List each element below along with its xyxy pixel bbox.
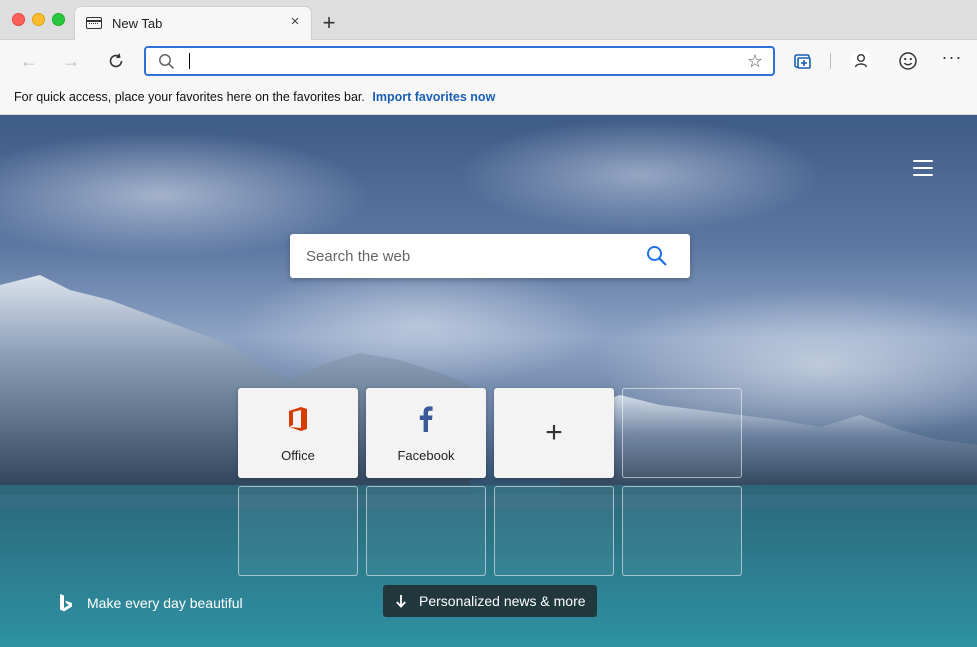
quick-link-facebook[interactable]: Facebook [366, 388, 486, 478]
web-search-box[interactable] [290, 234, 690, 278]
collections-button[interactable] [791, 49, 815, 73]
empty-tile-slot [622, 486, 742, 576]
text-caret [189, 53, 190, 69]
tab-strip: New Tab × + [0, 0, 977, 40]
forward-button[interactable]: → [58, 48, 84, 74]
add-quick-link-button[interactable]: + [494, 388, 614, 478]
favorites-bar-message: For quick access, place your favorites h… [14, 90, 495, 104]
window-close-button[interactable] [12, 13, 25, 26]
tile-label: Office [281, 448, 315, 463]
profile-icon [850, 50, 872, 72]
toolbar-divider [830, 53, 831, 69]
window-minimize-button[interactable] [32, 13, 45, 26]
empty-tile-slot [622, 388, 742, 478]
background-landscape [0, 275, 977, 647]
navigation-toolbar: ← → ☆ ··· [0, 40, 977, 82]
import-favorites-link[interactable]: Import favorites now [372, 90, 495, 104]
arrow-down-icon [396, 595, 406, 608]
tile-label: Facebook [397, 448, 455, 463]
plus-icon: + [545, 416, 563, 449]
favorites-hint-text: For quick access, place your favorites h… [14, 90, 365, 104]
new-tab-page-icon [86, 17, 102, 29]
new-tab-page: Office Facebook + Make every day beautif… [0, 115, 977, 647]
quick-link-office[interactable]: Office [238, 388, 358, 478]
personalized-news-button[interactable]: Personalized news & more [383, 585, 597, 617]
tab-new-tab[interactable]: New Tab × [74, 6, 312, 40]
window-maximize-button[interactable] [52, 13, 65, 26]
feedback-button[interactable] [896, 49, 920, 73]
news-button-label: Personalized news & more [419, 593, 586, 609]
more-options-button[interactable]: ··· [940, 48, 964, 73]
empty-tile-slot [494, 486, 614, 576]
page-settings-menu-button[interactable] [913, 160, 933, 176]
reload-button[interactable] [103, 48, 129, 74]
image-of-the-day-info[interactable]: Make every day beautiful [58, 593, 243, 613]
tab-title: New Tab [112, 16, 163, 31]
empty-tile-slot [238, 486, 358, 576]
empty-tile-slot [366, 486, 486, 576]
bing-logo-icon [60, 594, 72, 612]
search-icon [159, 54, 175, 70]
image-caption: Make every day beautiful [87, 595, 243, 611]
new-tab-button[interactable]: + [318, 12, 340, 34]
address-bar[interactable]: ☆ [144, 46, 775, 76]
favorites-bar: For quick access, place your favorites h… [0, 82, 977, 115]
profile-button[interactable] [849, 49, 873, 73]
reload-icon [109, 53, 123, 68]
favorite-star-icon[interactable]: ☆ [747, 51, 763, 72]
search-icon[interactable] [646, 245, 668, 267]
facebook-icon [419, 406, 433, 432]
web-search-input[interactable] [306, 248, 626, 265]
smiley-icon [899, 52, 917, 70]
address-input[interactable] [188, 52, 728, 70]
tab-close-icon[interactable]: × [287, 14, 303, 30]
office-icon [289, 407, 307, 431]
collections-icon [794, 54, 811, 69]
back-button[interactable]: ← [16, 48, 42, 74]
